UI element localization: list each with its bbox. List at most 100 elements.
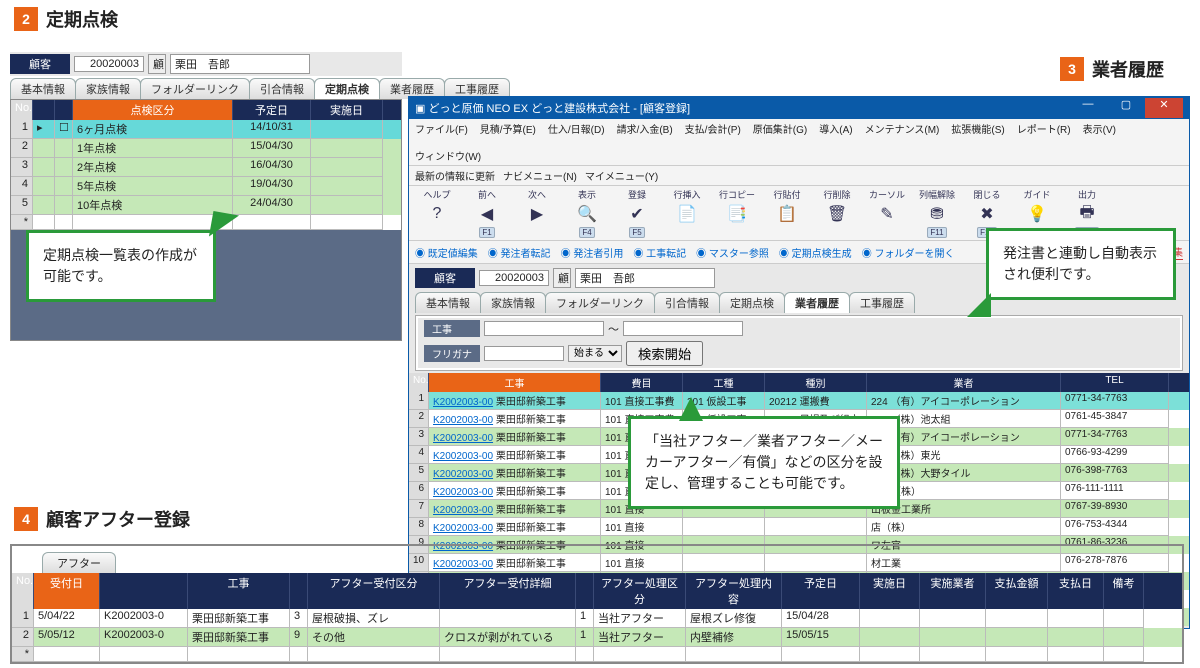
link-マスター参照[interactable]: ◉ マスター参照: [696, 245, 769, 260]
tab-3[interactable]: 引合情報: [654, 292, 720, 313]
toolbar-次へ[interactable]: 次へ▶: [513, 188, 561, 238]
toolbar-行貼付[interactable]: 行貼付📋: [763, 188, 811, 238]
col4-shori-naiyo[interactable]: アフター処理内容: [686, 573, 782, 609]
tab-0[interactable]: 基本情報: [415, 292, 481, 313]
col4-after-kbn[interactable]: アフター受付区分: [308, 573, 440, 609]
toolbar-前へ[interactable]: 前へ◀F1: [463, 188, 511, 238]
submenu-item[interactable]: マイメニュー(Y): [585, 168, 658, 183]
search-kouji-from[interactable]: [484, 321, 604, 336]
col4-kouji[interactable]: 工事: [188, 573, 290, 609]
link-発注者引用[interactable]: ◉ 発注者引用: [561, 245, 624, 260]
menu-item[interactable]: 導入(A): [819, 121, 852, 136]
submenu-item[interactable]: 最新の情報に更新: [415, 168, 495, 183]
toolbar-列幅解除[interactable]: 列幅解除⛃F11: [913, 188, 961, 238]
toolbar-カーソル[interactable]: カーソル✎: [863, 188, 911, 238]
customer-mark[interactable]: 顧: [148, 54, 166, 74]
menu-item[interactable]: 表示(V): [1083, 121, 1116, 136]
panel-after: アフター No. 受付日 工事 アフター受付区分 アフター受付詳細 アフター処理…: [10, 544, 1184, 664]
tab-1[interactable]: 家族情報: [75, 78, 141, 99]
tab-2[interactable]: フォルダーリンク: [140, 78, 250, 99]
toolbar-ヘルプ[interactable]: ヘルプ?: [413, 188, 461, 238]
col-yotei[interactable]: 予定日: [233, 100, 311, 120]
col3-koushu[interactable]: 工種: [683, 373, 765, 392]
search-furigana-input[interactable]: [484, 346, 564, 361]
col-tenken-kbn[interactable]: 点検区分: [73, 100, 233, 120]
col4-shori-kbn[interactable]: アフター処理区分: [594, 573, 686, 609]
col-jisshi[interactable]: 実施日: [311, 100, 383, 120]
table-row[interactable]: 21年点検15/04/30: [11, 139, 401, 158]
col3-tel[interactable]: TEL: [1061, 373, 1169, 392]
customer-code[interactable]: 20020003: [74, 56, 144, 72]
link-工事転記[interactable]: ◉ 工事転記: [633, 245, 686, 260]
col3-shubetsu[interactable]: 種別: [765, 373, 867, 392]
tab-2[interactable]: フォルダーリンク: [545, 292, 655, 313]
col3-himoku[interactable]: 費目: [601, 373, 683, 392]
menu-item[interactable]: 拡張機能(S): [951, 121, 1004, 136]
tab-1[interactable]: 家族情報: [480, 292, 546, 313]
table-row[interactable]: 45年点検19/04/30: [11, 177, 401, 196]
行貼付-icon: 📋: [773, 202, 801, 226]
search-start-button[interactable]: 検索開始: [626, 341, 703, 366]
menu-item[interactable]: 支払/会計(P): [685, 121, 741, 136]
customer-mark-2[interactable]: 顧: [553, 268, 571, 288]
link-定期点検生成[interactable]: ◉ 定期点検生成: [779, 245, 852, 260]
col4-yotei[interactable]: 予定日: [782, 573, 860, 609]
tab-3[interactable]: 引合情報: [249, 78, 315, 99]
app-icon: ▣: [415, 102, 425, 115]
after-new-row[interactable]: *: [12, 647, 34, 662]
menu-item[interactable]: ウィンドウ(W): [415, 148, 481, 163]
toolbar-行コピー[interactable]: 行コピー📑: [713, 188, 761, 238]
search-match-select[interactable]: 始まる: [568, 345, 622, 362]
submenu-item[interactable]: ナビメニュー(N): [503, 168, 577, 183]
col4-after-detail[interactable]: アフター受付詳細: [440, 573, 576, 609]
toolbar-行削除[interactable]: 行削除🗑: [813, 188, 861, 238]
table-row[interactable]: 510年点検24/04/30: [11, 196, 401, 215]
menu-item[interactable]: 原価集計(G): [753, 121, 807, 136]
table-row[interactable]: 8K2002003-00 栗田邸新築工事101 直接 店（株）076-753-4…: [409, 518, 1189, 536]
menu-item[interactable]: レポート(R): [1017, 121, 1071, 136]
toolbar-登録[interactable]: 登録✔F5: [613, 188, 661, 238]
col4-shiharai[interactable]: 支払日: [1048, 573, 1104, 609]
link-フォルダーを開く[interactable]: ◉ フォルダーを開く: [862, 245, 955, 260]
table-row[interactable]: 1▸☐6ヶ月点検14/10/31: [11, 120, 401, 139]
menu-item[interactable]: 見積/予算(E): [480, 121, 536, 136]
tab-4[interactable]: 定期点検: [314, 78, 380, 99]
maximize-button[interactable]: ▢: [1107, 98, 1145, 118]
col3-kouji[interactable]: 工事: [429, 373, 601, 392]
col4-kingaku[interactable]: 支払金額: [986, 573, 1048, 609]
table-row[interactable]: 1K2002003-00 栗田邸新築工事101 直接工事費201 仮設工事202…: [409, 392, 1189, 410]
閉じる-icon: ✖: [973, 202, 1001, 226]
customer-code-2[interactable]: 20020003: [479, 270, 549, 286]
前へ-icon: ◀: [473, 202, 501, 226]
customer-name-2[interactable]: 栗田 吾郎: [575, 268, 715, 288]
link-発注者転記[interactable]: ◉ 発注者転記: [488, 245, 551, 260]
tab-0[interactable]: 基本情報: [10, 78, 76, 99]
new-row-star[interactable]: *: [11, 215, 33, 230]
col4-uketsuke[interactable]: 受付日: [34, 573, 100, 609]
toolbar-行挿入[interactable]: 行挿入📄: [663, 188, 711, 238]
col4-jisshi[interactable]: 実施日: [860, 573, 920, 609]
menu-item[interactable]: ファイル(F): [415, 121, 468, 136]
titlebar[interactable]: ▣ どっと原価 NEO EX どっと建設株式会社 - [顧客登録] — ▢ ✕: [409, 97, 1189, 119]
menu-item[interactable]: 請求/入金(B): [617, 121, 673, 136]
tab-6[interactable]: 工事履歴: [849, 292, 915, 313]
link-既定値編集[interactable]: ◉ 既定値編集: [415, 245, 478, 260]
toolbar-表示[interactable]: 表示🔍F4: [563, 188, 611, 238]
列幅解除-icon: ⛃: [923, 202, 951, 226]
tab-5[interactable]: 業者履歴: [784, 292, 850, 313]
tab-after[interactable]: アフター: [42, 552, 116, 573]
col4-bikou[interactable]: 備考: [1104, 573, 1144, 609]
tab-4[interactable]: 定期点検: [719, 292, 785, 313]
table-row[interactable]: 15/04/22K2002003-0栗田邸新築工事3屋根破損、ズレ1当社アフター…: [12, 609, 1182, 628]
search-kouji-to[interactable]: [623, 321, 743, 336]
menu-item[interactable]: メンテナンス(M): [865, 121, 940, 136]
col4-gyosha[interactable]: 実施業者: [920, 573, 986, 609]
ヘルプ-icon: ?: [423, 202, 451, 226]
table-row[interactable]: 25/05/12K2002003-0栗田邸新築工事9その他クロスが剥がれている1…: [12, 628, 1182, 647]
table-row[interactable]: 32年点検16/04/30: [11, 158, 401, 177]
col3-gyosha[interactable]: 業者: [867, 373, 1061, 392]
menu-item[interactable]: 仕入/日報(D): [548, 121, 605, 136]
minimize-button[interactable]: —: [1069, 98, 1107, 118]
close-button[interactable]: ✕: [1145, 98, 1183, 118]
customer-name[interactable]: 栗田 吾郎: [170, 54, 310, 74]
